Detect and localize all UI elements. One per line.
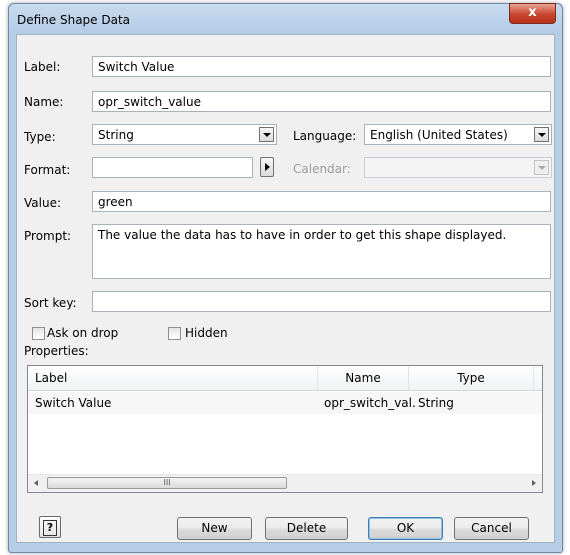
properties-list[interactable]: Label Name Type Switch Value opr_switch_…: [27, 365, 543, 493]
name-input[interactable]: opr_switch_value: [92, 91, 551, 112]
row-label: Switch Value: [35, 396, 112, 410]
dialog-window: Define Shape Data x Label: Switch Value …: [8, 3, 563, 553]
prompt-caption: Prompt:: [24, 229, 72, 243]
format-picker-button[interactable]: [260, 157, 274, 177]
row-name: opr_switch_val...: [324, 396, 416, 410]
column-header-type[interactable]: Type: [409, 366, 533, 390]
row-type: String: [418, 396, 454, 410]
scroll-left-icon[interactable]: [28, 475, 45, 492]
name-caption: Name:: [24, 95, 64, 109]
chevron-down-icon: [534, 160, 549, 175]
label-input[interactable]: Switch Value: [92, 56, 551, 77]
label-caption: Label:: [24, 60, 61, 74]
window-title: Define Shape Data: [17, 13, 131, 27]
chevron-down-icon[interactable]: [259, 127, 274, 142]
table-row[interactable]: Switch Value opr_switch_val... String: [28, 392, 542, 414]
chevron-down-icon[interactable]: [534, 127, 549, 142]
scroll-thumb[interactable]: III: [47, 477, 287, 489]
ok-button[interactable]: OK: [368, 517, 443, 540]
new-button[interactable]: New: [177, 517, 252, 540]
properties-caption: Properties:: [24, 344, 89, 358]
format-input[interactable]: [92, 157, 253, 178]
properties-list-header: Label Name Type: [28, 366, 542, 391]
chevron-right-icon: [265, 163, 270, 171]
title-bar[interactable]: Define Shape Data x: [9, 3, 562, 34]
hidden-label[interactable]: Hidden: [185, 326, 228, 340]
horizontal-scrollbar[interactable]: III: [28, 474, 542, 492]
type-value: String: [98, 128, 134, 142]
ask-on-drop-checkbox[interactable]: [32, 327, 45, 340]
help-icon: ?: [43, 520, 57, 536]
sortkey-input[interactable]: [92, 291, 551, 312]
column-header-label[interactable]: Label: [35, 366, 67, 390]
cancel-button[interactable]: Cancel: [454, 517, 529, 540]
help-button[interactable]: ?: [39, 516, 61, 538]
type-dropdown[interactable]: String: [92, 124, 277, 145]
language-value: English (United States): [370, 128, 508, 142]
close-button[interactable]: x: [509, 3, 556, 24]
language-caption: Language:: [293, 129, 357, 143]
format-caption: Format:: [24, 163, 71, 177]
delete-button[interactable]: Delete: [265, 517, 348, 540]
value-input[interactable]: green: [92, 191, 551, 212]
ask-on-drop-label[interactable]: Ask on drop: [47, 326, 118, 340]
prompt-textarea[interactable]: The value the data has to have in order …: [92, 224, 551, 279]
type-caption: Type:: [24, 130, 56, 144]
calendar-dropdown: [364, 157, 552, 178]
scroll-right-icon[interactable]: [525, 475, 542, 492]
close-icon: x: [528, 5, 537, 20]
language-dropdown[interactable]: English (United States): [364, 124, 552, 145]
calendar-caption: Calendar:: [293, 162, 351, 176]
value-caption: Value:: [24, 196, 61, 210]
hidden-checkbox[interactable]: [168, 327, 181, 340]
sortkey-caption: Sort key:: [24, 296, 77, 310]
column-header-name[interactable]: Name: [318, 366, 408, 390]
